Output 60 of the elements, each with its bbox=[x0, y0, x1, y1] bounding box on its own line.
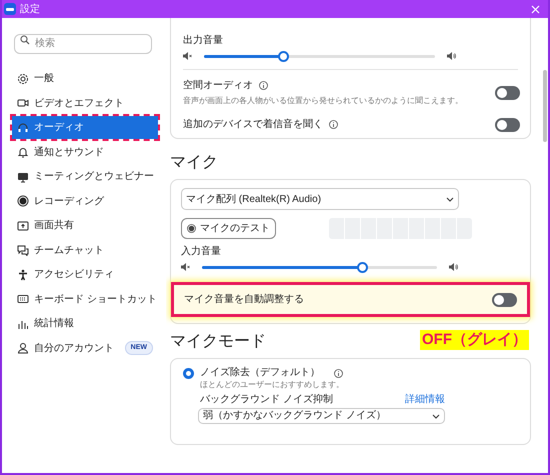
option-label: ノイズ除去（デフォルト） bbox=[200, 367, 320, 379]
close-icon[interactable] bbox=[531, 4, 540, 14]
slider-thumb[interactable] bbox=[356, 262, 368, 272]
video-camera-icon bbox=[17, 97, 29, 109]
sidebar-item[interactable]: レコーディング bbox=[12, 190, 158, 212]
info-icon[interactable] bbox=[329, 120, 338, 129]
sidebar-item[interactable]: 統計情報 bbox=[12, 312, 158, 335]
auto-adjust-label: マイク音量を自動調整する bbox=[184, 292, 305, 307]
details-link[interactable]: 詳細情報 bbox=[405, 394, 445, 406]
headphones-icon bbox=[17, 122, 29, 134]
info-icon[interactable] bbox=[259, 81, 268, 90]
speaker-loud-icon bbox=[447, 52, 456, 60]
keyboard-icon bbox=[17, 293, 29, 305]
noise-level-dropdown[interactable]: 弱（かすかなバックグラウンド ノイズ） bbox=[198, 408, 445, 424]
setting-label: 追加のデバイスで着信音を聞く bbox=[183, 118, 323, 132]
output-volume-label: 出力音量 bbox=[183, 35, 224, 47]
device-dropdown[interactable]: マイク配列 (Realtek(R) Audio) bbox=[181, 188, 459, 210]
record-icon bbox=[17, 195, 29, 207]
sidebar-item[interactable]: 通知とサウンド bbox=[12, 140, 158, 164]
record-icon bbox=[187, 224, 196, 233]
info-icon[interactable] bbox=[334, 368, 343, 378]
section-heading: マイク bbox=[170, 153, 219, 173]
user-icon bbox=[17, 342, 29, 354]
setting-label: 空間オーディオ bbox=[183, 78, 253, 93]
monitor-icon bbox=[17, 170, 29, 182]
section-heading: マイクモード bbox=[170, 332, 266, 352]
chevron-down-icon bbox=[432, 414, 440, 418]
mic-test-button[interactable]: マイクのテスト bbox=[181, 218, 276, 239]
slider-thumb[interactable] bbox=[278, 50, 289, 62]
toggle-switch[interactable] bbox=[492, 292, 517, 306]
gear-icon bbox=[17, 72, 29, 84]
speaker-loud-icon bbox=[449, 263, 458, 271]
sidebar-item[interactable]: ビデオとエフェクト bbox=[12, 92, 158, 114]
sidebar-item[interactable]: 一般 bbox=[12, 67, 158, 90]
chevron-down-icon bbox=[446, 196, 454, 202]
person-icon bbox=[17, 268, 29, 280]
speaker-muted-icon bbox=[181, 263, 190, 271]
sidebar-item[interactable]: チームチャット bbox=[12, 238, 158, 262]
toggle-switch[interactable] bbox=[495, 118, 520, 132]
sidebar-item[interactable]: オーディオ bbox=[12, 116, 158, 139]
annotation-label: OFF（グレイ） bbox=[420, 330, 529, 350]
sidebar-item[interactable]: キーボード ショートカット bbox=[12, 288, 158, 310]
scrollbar[interactable] bbox=[543, 70, 547, 142]
search-field[interactable]: 検索 bbox=[14, 34, 152, 54]
input-volume-label: 入力音量 bbox=[181, 246, 222, 258]
search-icon bbox=[20, 35, 30, 45]
app-logo-icon bbox=[4, 3, 16, 15]
window-title: 設定 bbox=[20, 2, 40, 16]
speaker-muted-icon bbox=[183, 52, 192, 60]
option-description: ほとんどのユーザーにおすすめします。 bbox=[200, 380, 345, 390]
chat-bubbles-icon bbox=[17, 244, 29, 256]
setting-description: 音声が画面上の各人物がいる位置から発せられているかのように聞こえます。 bbox=[183, 95, 464, 107]
sidebar-item[interactable]: アクセシビリティ bbox=[12, 263, 158, 286]
sidebar-item[interactable]: ミーティングとウェビナー bbox=[12, 165, 158, 188]
sidebar-item[interactable]: 画面共有 bbox=[12, 214, 158, 237]
noise-suppression-label: バックグラウンド ノイズ抑制 bbox=[200, 394, 334, 406]
radio-button[interactable] bbox=[183, 368, 194, 378]
toggle-switch[interactable] bbox=[495, 86, 520, 100]
bell-icon bbox=[17, 146, 29, 158]
screen-share-icon bbox=[17, 220, 29, 232]
